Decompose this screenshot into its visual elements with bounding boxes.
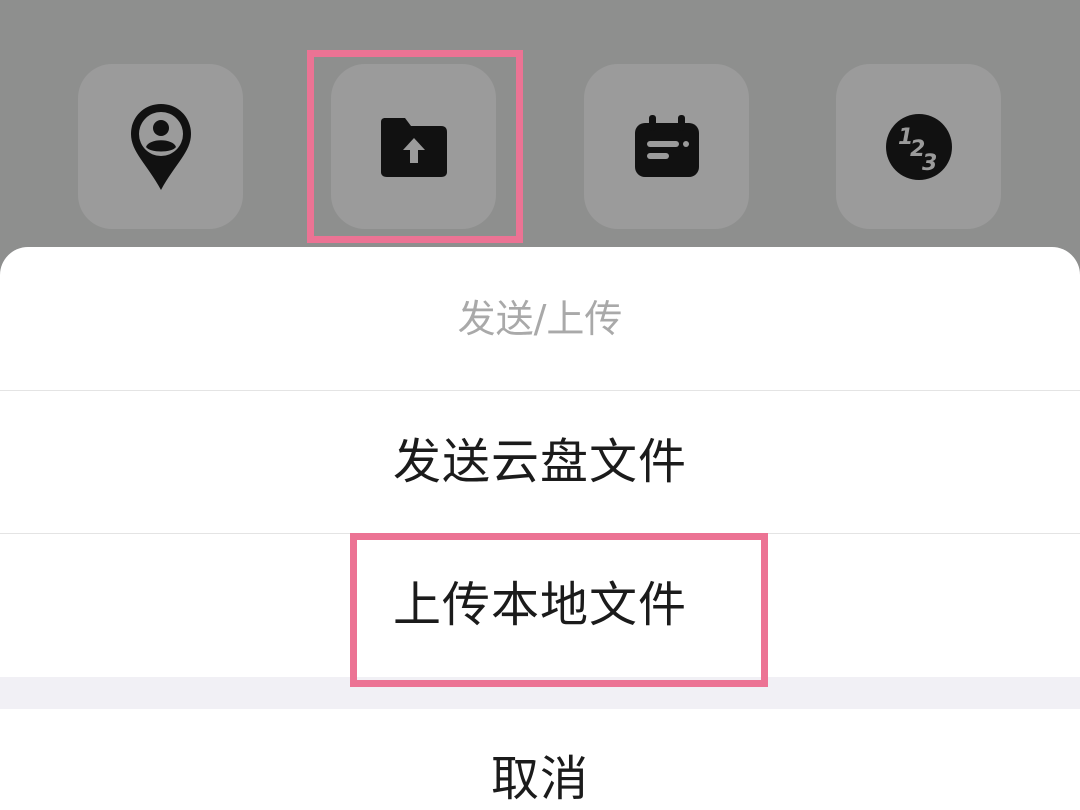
- action-sheet: 发送/上传 发送云盘文件 上传本地文件 取消: [0, 247, 1080, 810]
- send-cloud-file-option[interactable]: 发送云盘文件: [0, 391, 1080, 533]
- location-person-icon: [130, 103, 191, 190]
- numbers-icon: 1 2 3: [885, 113, 952, 180]
- calendar-icon: [634, 114, 699, 177]
- folder-tile-highlight: [307, 50, 523, 243]
- numbers-tile[interactable]: 1 2 3: [836, 64, 1001, 229]
- upload-option-highlight: [350, 533, 768, 687]
- chat-attachment-screen: 位置 文件 1 2 3 数字 发送/上传 发送云: [0, 0, 1080, 810]
- cancel-button[interactable]: 取消: [0, 709, 1080, 810]
- calendar-tile[interactable]: [584, 64, 749, 229]
- svg-text:3: 3: [922, 151, 937, 176]
- location-tile[interactable]: [78, 64, 243, 229]
- sheet-title: 发送/上传: [457, 297, 623, 341]
